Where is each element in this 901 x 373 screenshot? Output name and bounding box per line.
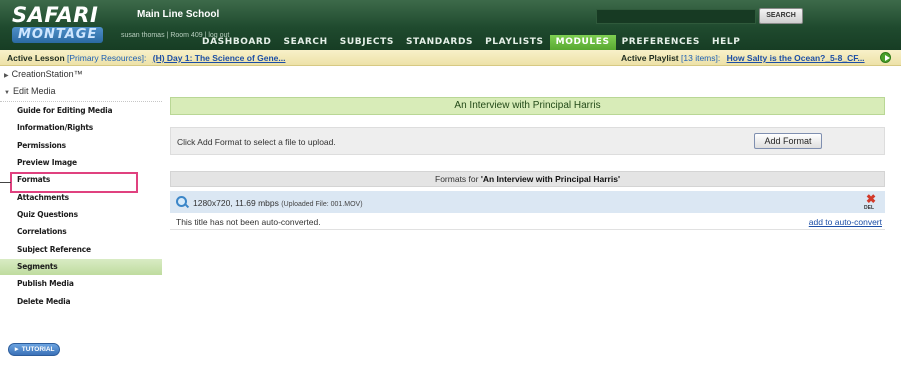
nav-modules[interactable]: MODULES: [549, 35, 616, 50]
nav-help[interactable]: HELP: [706, 35, 746, 50]
sidebar-item-information-rights[interactable]: Information/Rights: [17, 123, 93, 132]
sidebar-item-preview-image[interactable]: Preview Image: [17, 158, 77, 167]
active-lesson: Active Lesson [Primary Resources]: (H) D…: [7, 53, 285, 63]
sidebar-item-quiz-questions[interactable]: Quiz Questions: [17, 210, 78, 219]
play-icon[interactable]: [880, 52, 891, 63]
logo-montage-text: MONTAGE: [12, 27, 104, 43]
search-button[interactable]: SEARCH: [759, 8, 803, 24]
add-to-auto-convert-link[interactable]: add to auto-convert: [809, 217, 882, 227]
callout-line: [0, 182, 11, 183]
sidebar-divider: [0, 101, 162, 102]
nav-search[interactable]: SEARCH: [278, 35, 334, 50]
sidebar: ▶ CreationStation™ ▼ Edit Media Guide for …: [0, 67, 162, 373]
delete-x-icon: ✖: [866, 192, 877, 206]
safari-montage-logo[interactable]: SAFARI MONTAGE: [12, 4, 116, 43]
nav-dashboard[interactable]: DASHBOARD: [196, 35, 278, 50]
active-lesson-label: Active Lesson: [7, 53, 65, 63]
school-name: Main Line School: [137, 9, 220, 20]
upload-row: Click Add Format to select a file to upl…: [170, 127, 885, 155]
sidebar-item-permissions[interactable]: Permissions: [17, 141, 66, 150]
formats-header-title: 'An Interview with Principal Harris': [480, 174, 620, 184]
format-uploaded-file: (Uploaded File: 001.MOV): [281, 201, 363, 208]
sidebar-edit-media[interactable]: ▼ Edit Media: [4, 86, 55, 96]
active-lesson-bar: Active Lesson [Primary Resources]: (H) D…: [0, 50, 901, 66]
active-playlist: Active Playlist [13 items]: How Salty is…: [621, 53, 865, 63]
delete-format-button[interactable]: ✖ DEL: [864, 193, 880, 212]
main-nav: DASHBOARD SEARCH SUBJECTS STANDARDS PLAY…: [196, 35, 746, 50]
nav-subjects[interactable]: SUBJECTS: [334, 35, 400, 50]
sidebar-edit-media-label: Edit Media: [12, 86, 56, 96]
delete-label: DEL: [864, 205, 874, 211]
active-lesson-resources[interactable]: [Primary Resources]:: [67, 53, 146, 63]
sidebar-item-correlations[interactable]: Correlations: [17, 227, 67, 236]
preview-image-callout-box: [10, 172, 138, 193]
search-input[interactable]: [596, 9, 756, 24]
sidebar-item-delete-media[interactable]: Delete Media: [17, 297, 71, 306]
preview-magnifier-icon[interactable]: [176, 196, 187, 207]
add-format-button[interactable]: Add Format: [754, 133, 822, 149]
tutorial-button[interactable]: ► TUTORIAL: [8, 343, 60, 356]
expand-arrow-icon: ▶: [4, 73, 9, 79]
formats-header-prefix: Formats for: [435, 174, 481, 184]
sidebar-item-subject-reference[interactable]: Subject Reference: [17, 245, 91, 254]
sidebar-item-attachments[interactable]: Attachments: [17, 193, 69, 202]
collapse-arrow-icon: ▼: [4, 90, 10, 96]
format-resolution: 1280x720, 11.69 mbps: [193, 198, 279, 208]
sidebar-item-publish-media[interactable]: Publish Media: [17, 279, 74, 288]
active-playlist-label: Active Playlist: [621, 53, 679, 63]
auto-convert-status: This title has not been auto-converted.: [176, 217, 321, 227]
nav-playlists[interactable]: PLAYLISTS: [479, 35, 550, 50]
sidebar-item-guide[interactable]: Guide for Editing Media: [17, 106, 113, 115]
active-lesson-link[interactable]: (H) Day 1: The Science of Gene...: [153, 53, 286, 63]
media-title-bar: An Interview with Principal Harris: [170, 97, 885, 115]
logo-safari-text: SAFARI: [12, 3, 99, 27]
active-playlist-count[interactable]: [13 items]:: [681, 53, 720, 63]
auto-convert-row: This title has not been auto-converted. …: [170, 213, 885, 230]
sidebar-creation-station-label: CreationStation™: [11, 69, 83, 79]
user-name: susan thomas: [121, 32, 165, 39]
sidebar-creation-station[interactable]: ▶ CreationStation™: [4, 69, 83, 79]
sidebar-item-segments[interactable]: Segments: [17, 262, 58, 271]
formats-header: Formats for 'An Interview with Principal…: [170, 171, 885, 187]
active-playlist-link[interactable]: How Salty is the Ocean?_5-8_CF...: [727, 53, 865, 63]
app-header: SAFARI MONTAGE Main Line School susan th…: [0, 0, 901, 50]
nav-preferences[interactable]: PREFERENCES: [616, 35, 706, 50]
format-row: 1280x720, 11.69 mbps (Uploaded File: 001…: [170, 191, 885, 213]
nav-standards[interactable]: STANDARDS: [400, 35, 479, 50]
format-spec: 1280x720, 11.69 mbps (Uploaded File: 001…: [193, 198, 363, 208]
upload-instructions: Click Add Format to select a file to upl…: [177, 137, 336, 147]
